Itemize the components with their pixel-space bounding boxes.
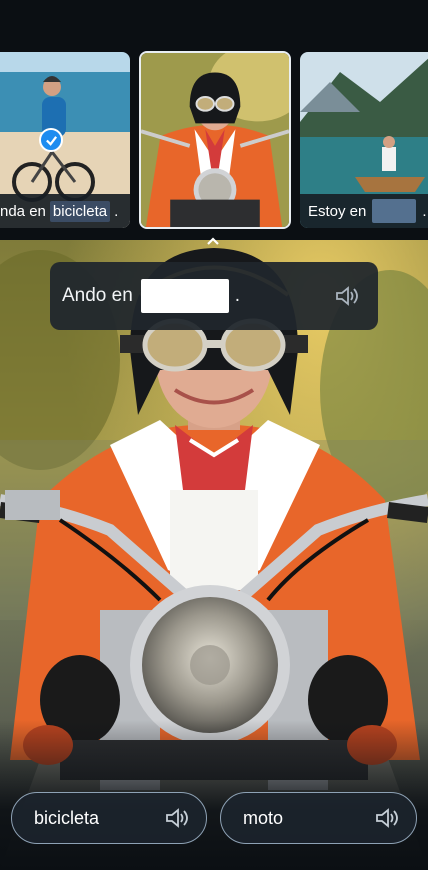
option-button-moto[interactable]: moto	[220, 792, 417, 844]
card-caption: Estoy en .	[300, 194, 428, 228]
option-button-bicicleta[interactable]: bicicleta	[11, 792, 207, 844]
carousel-card-bicycle[interactable]: nda en bicicleta .	[0, 52, 130, 228]
caption-answer: bicicleta	[49, 200, 111, 222]
prompt-bubble: Ando en .	[50, 262, 378, 330]
carousel-card-motorcycle[interactable]	[139, 51, 291, 229]
chevron-up-icon	[207, 237, 219, 245]
prompt-text-after: .	[234, 285, 241, 306]
hero-image	[0, 240, 428, 870]
caption-prefix: nda en	[0, 202, 46, 220]
speaker-icon[interactable]	[374, 806, 402, 830]
speaker-icon[interactable]	[334, 284, 362, 308]
caption-suffix: .	[114, 202, 119, 220]
prompt-text-before: Ando en	[62, 285, 133, 306]
caption-prefix: Estoy en	[308, 202, 367, 220]
carousel-card-boat[interactable]: Estoy en .	[300, 52, 428, 228]
speaker-icon[interactable]	[164, 806, 192, 830]
card-caption: nda en bicicleta .	[0, 194, 130, 228]
answer-blank[interactable]	[140, 279, 229, 313]
motorcycle-thumbnail	[141, 53, 289, 227]
option-label: bicicleta	[34, 807, 100, 828]
caption-blank	[372, 199, 417, 223]
option-label: moto	[243, 807, 284, 828]
check-icon	[39, 128, 63, 152]
app-screen: nda en bicicleta . Estoy en . Ando en . …	[0, 0, 428, 870]
caption-suffix: .	[422, 202, 427, 220]
image-carousel[interactable]: nda en bicicleta . Estoy en .	[0, 51, 428, 230]
